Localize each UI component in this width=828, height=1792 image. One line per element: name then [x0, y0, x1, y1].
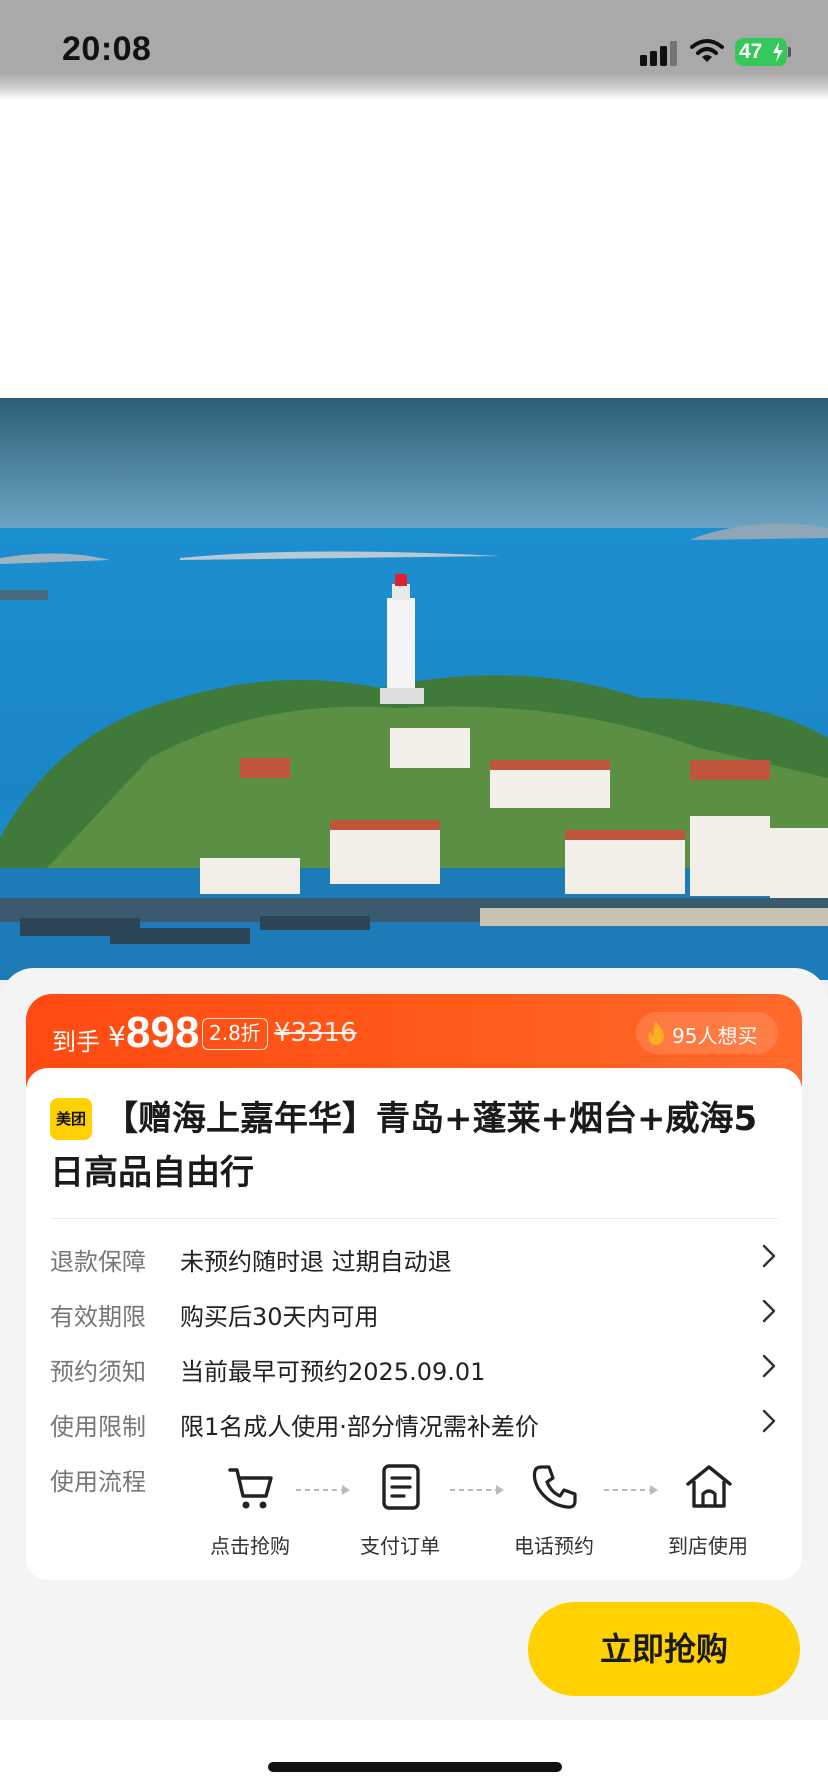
- home-indicator[interactable]: [268, 1762, 562, 1772]
- want-count-badge: 95人想买: [636, 1012, 778, 1054]
- info-row-validity[interactable]: 有效期限 购买后30天内可用: [50, 1291, 778, 1331]
- chevron-right-icon: [762, 1299, 776, 1323]
- info-value: 未预约随时退 过期自动退: [180, 1248, 452, 1276]
- info-value: 当前最早可预约2025.09.01: [180, 1358, 486, 1386]
- info-label: 退款保障: [50, 1248, 146, 1276]
- cellular-signal-icon: [640, 40, 678, 66]
- info-label: 使用限制: [50, 1413, 146, 1441]
- flow-step-pay: 支付订单: [340, 1462, 460, 1562]
- price-prefix: 到手: [52, 1028, 100, 1056]
- price-currency: ¥: [108, 1020, 126, 1053]
- status-bar: 20:08 47: [0, 0, 828, 100]
- info-row-refund[interactable]: 退款保障 未预约随时退 过期自动退: [50, 1236, 778, 1276]
- flow-step-label: 点击抢购: [210, 1534, 290, 1558]
- cart-icon: [228, 1468, 273, 1509]
- info-row-restriction[interactable]: 使用限制 限1名成人使用·部分情况需补差价: [50, 1401, 778, 1441]
- meituan-logo: 美团: [50, 1098, 92, 1140]
- flow-step-call: 电话预约: [494, 1462, 614, 1562]
- info-label: 预约须知: [50, 1358, 146, 1386]
- flow-step-label: 支付订单: [360, 1534, 440, 1558]
- flow-step-buy: 点击抢购: [190, 1462, 310, 1562]
- info-value: 购买后30天内可用: [180, 1303, 379, 1331]
- home-icon: [686, 1465, 732, 1508]
- phone-icon: [532, 1465, 577, 1509]
- info-label: 有效期限: [50, 1303, 146, 1331]
- flow-step-label: 电话预约: [514, 1534, 594, 1558]
- battery-level: 47: [739, 40, 763, 63]
- buy-now-button[interactable]: 立即抢购: [528, 1602, 800, 1696]
- chevron-right-icon: [762, 1409, 776, 1433]
- hero-image[interactable]: [0, 398, 828, 980]
- fire-icon: [648, 1021, 665, 1045]
- bottom-safe-area: [0, 1720, 828, 1792]
- battery-icon: 47: [735, 38, 791, 66]
- charging-bolt-icon: [773, 42, 783, 62]
- usage-flow-label: 使用流程: [50, 1468, 146, 1496]
- flow-step-label: 到店使用: [668, 1534, 748, 1558]
- flow-step-visit: 到店使用: [648, 1462, 768, 1562]
- info-row-booking[interactable]: 预约须知 当前最早可预约2025.09.01: [50, 1346, 778, 1386]
- chevron-right-icon: [762, 1354, 776, 1378]
- chevron-right-icon: [762, 1244, 776, 1268]
- info-value: 限1名成人使用·部分情况需补差价: [180, 1413, 539, 1441]
- original-price: ¥3316: [274, 1018, 357, 1048]
- wifi-icon: [690, 39, 724, 62]
- divider: [50, 1218, 778, 1219]
- status-time: 20:08: [62, 30, 152, 68]
- blank-banner-area: [0, 100, 828, 398]
- document-icon: [382, 1464, 420, 1510]
- discount-badge: 2.8折: [202, 1018, 268, 1050]
- want-count-text: 95人想买: [672, 1024, 758, 1048]
- product-title: 【赠海上嘉年华】青岛+蓬莱+烟台+威海5日高品自由行: [50, 1099, 758, 1193]
- price-value: 898: [126, 1008, 200, 1057]
